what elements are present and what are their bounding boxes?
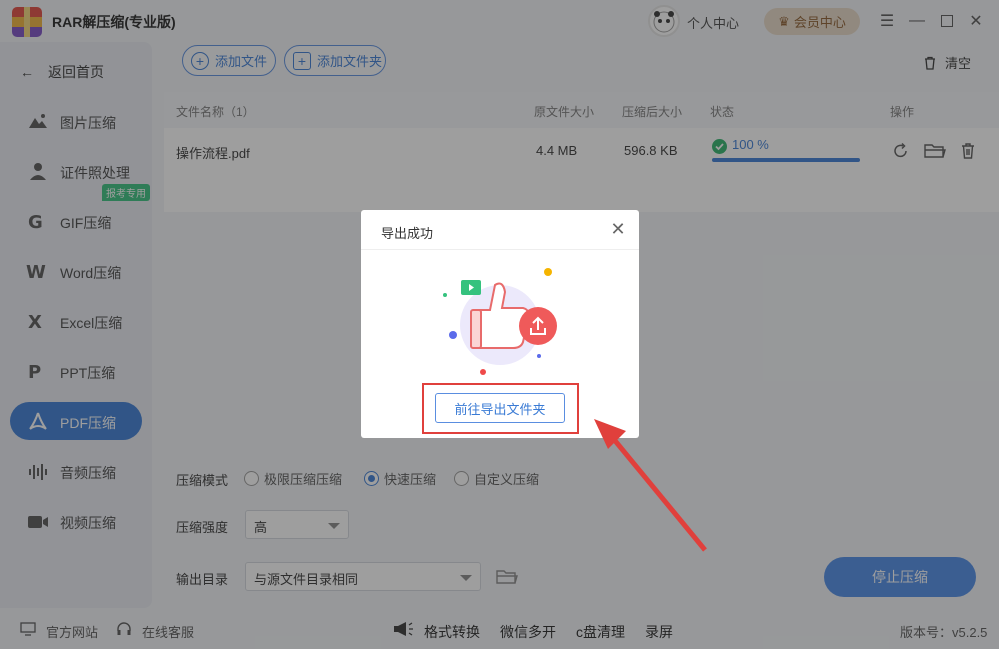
dialog-title: 导出成功 <box>381 226 434 241</box>
highlight-frame <box>422 383 579 434</box>
red-arrow-annotation-icon <box>594 419 707 552</box>
thumbs-up-illustration-icon <box>443 268 557 375</box>
dialog-header: 导出成功 ✕ <box>361 210 639 250</box>
dialog-close-icon[interactable]: ✕ <box>609 220 627 238</box>
